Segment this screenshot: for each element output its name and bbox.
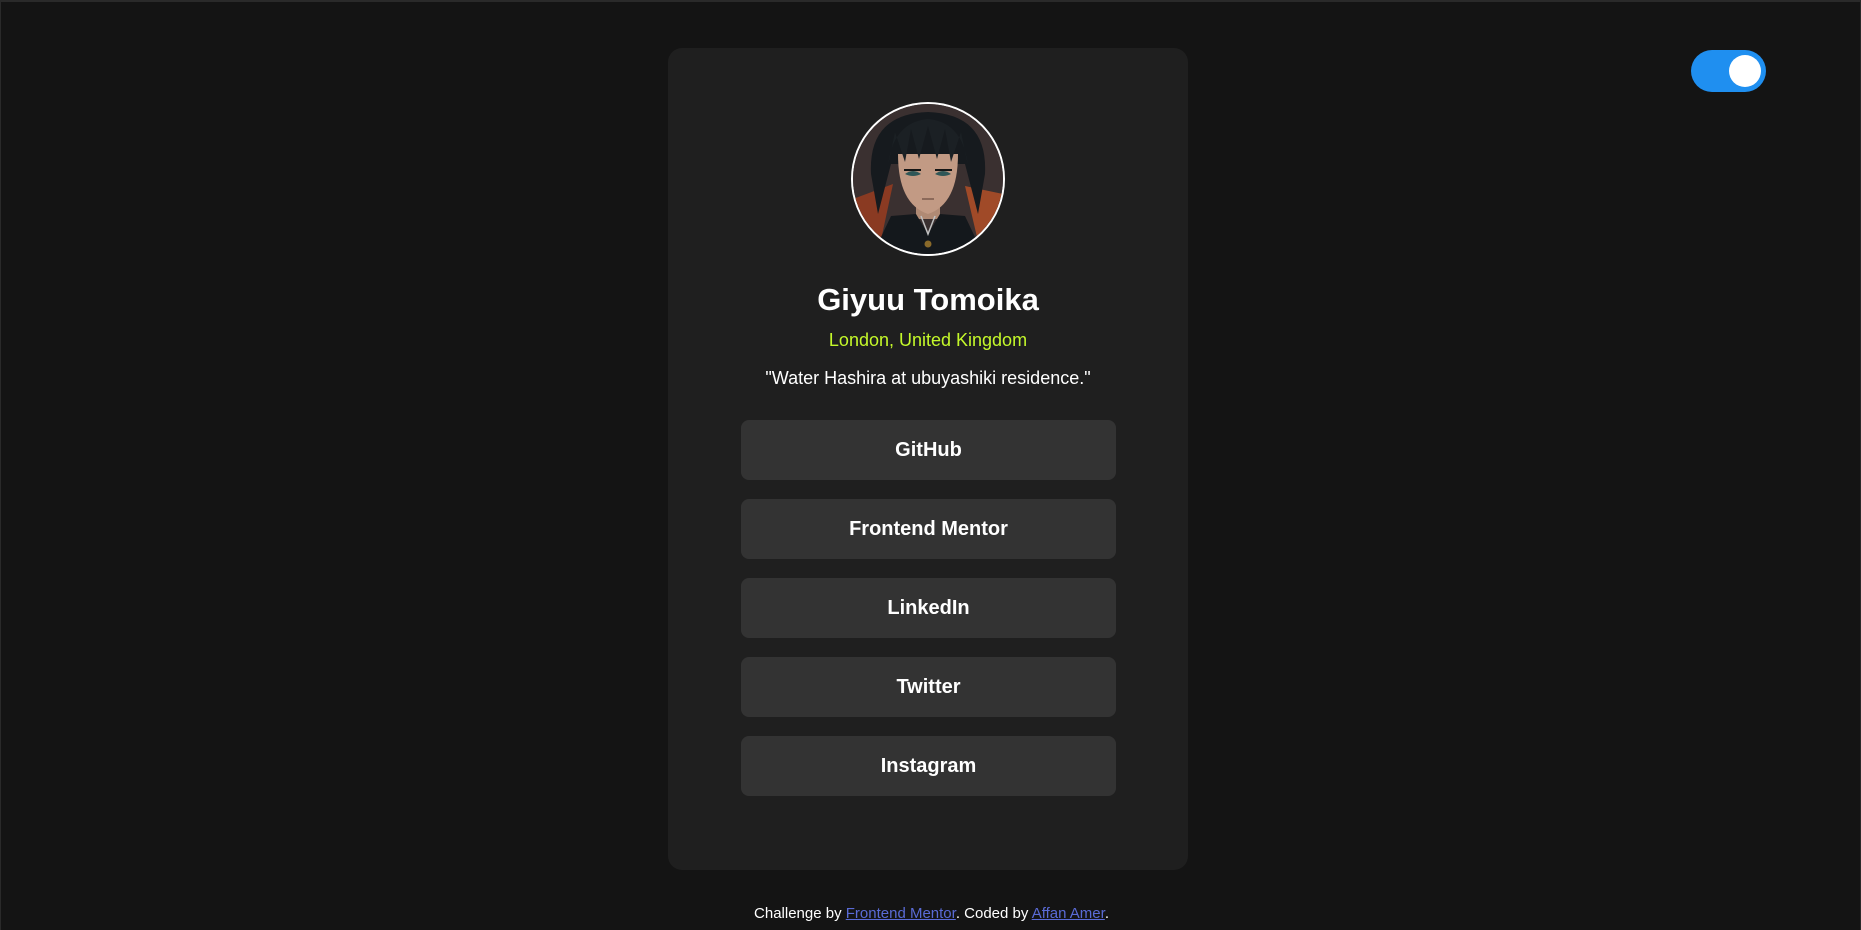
profile-bio: "Water Hashira at ubuyashiki residence.": [765, 368, 1091, 388]
profile-card: Giyuu Tomoika London, United Kingdom "Wa…: [668, 48, 1188, 870]
social-links: GitHub Frontend Mentor LinkedIn Twitter …: [741, 420, 1116, 815]
profile-name: Giyuu Tomoika: [817, 282, 1039, 317]
frontend-mentor-footer-link[interactable]: Frontend Mentor: [846, 905, 956, 922]
frontend-mentor-link-button[interactable]: Frontend Mentor: [741, 499, 1116, 559]
attribution-footer: Challenge by Frontend Mentor. Coded by A…: [1, 905, 1861, 922]
avatar: [851, 102, 1005, 256]
footer-prefix: Challenge by: [754, 905, 846, 922]
instagram-link-button[interactable]: Instagram: [741, 736, 1116, 796]
page: Giyuu Tomoika London, United Kingdom "Wa…: [0, 0, 1861, 930]
twitter-link-button[interactable]: Twitter: [741, 657, 1116, 717]
profile-location: London, United Kingdom: [828, 330, 1028, 350]
theme-toggle[interactable]: [1691, 50, 1766, 92]
author-footer-link[interactable]: Affan Amer: [1032, 905, 1105, 922]
anime-character-avatar-icon: [853, 104, 1003, 254]
toggle-knob: [1729, 55, 1761, 87]
github-link-button[interactable]: GitHub: [741, 420, 1116, 480]
footer-middle: . Coded by: [955, 905, 1032, 922]
linkedin-link-button[interactable]: LinkedIn: [741, 578, 1116, 638]
footer-suffix: .: [1104, 905, 1109, 922]
